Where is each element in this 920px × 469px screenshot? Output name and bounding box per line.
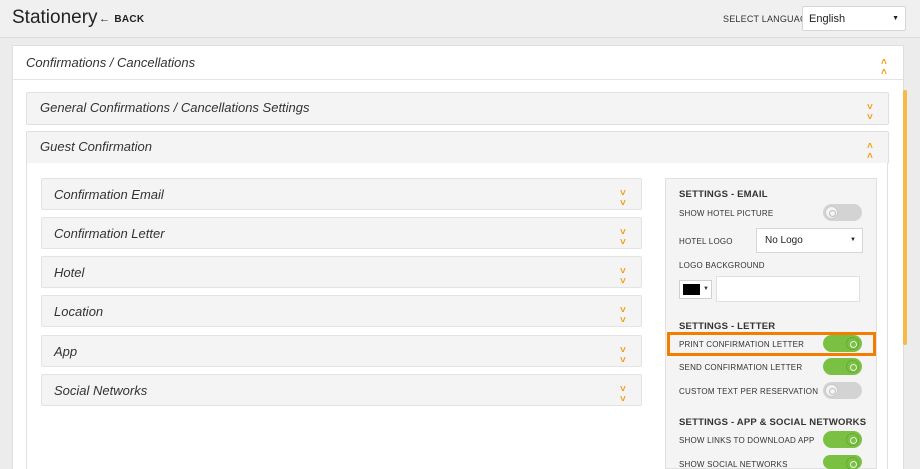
show-links-download-app-toggle[interactable]: [823, 431, 862, 448]
logo-background-color-picker[interactable]: ▼: [679, 280, 712, 299]
item-app[interactable]: App ˅ ˅: [41, 335, 642, 367]
item-hotel[interactable]: Hotel ˅ ˅: [41, 256, 642, 288]
toggle-knob: [846, 433, 859, 446]
language-select[interactable]: English ▼: [802, 6, 906, 31]
top-bar: Stationery ← BACK SELECT LANGUAGE English…: [0, 0, 920, 38]
toggle-knob: [846, 360, 859, 373]
show-social-networks-label: SHOW SOCIAL NETWORKS: [679, 460, 788, 469]
toggle-knob: [846, 457, 859, 469]
item-confirmation-letter[interactable]: Confirmation Letter ˅ ˅: [41, 217, 642, 249]
show-social-networks-toggle[interactable]: [823, 455, 862, 469]
logo-background-input[interactable]: [716, 276, 860, 302]
chevron-down-icon[interactable]: ˅ ˅: [620, 189, 626, 209]
show-hotel-picture-label: SHOW HOTEL PICTURE: [679, 209, 774, 218]
chevron-down-icon[interactable]: ˅ ˅: [620, 385, 626, 405]
toggle-knob: [825, 206, 838, 219]
chevron-down-icon[interactable]: ˅ ˅: [620, 267, 626, 287]
settings-letter-title: SETTINGS - LETTER: [679, 321, 776, 332]
print-confirmation-letter-toggle[interactable]: [823, 335, 862, 352]
item-label: Confirmation Email: [54, 187, 164, 202]
back-button[interactable]: ← BACK: [99, 13, 144, 25]
item-confirmation-email[interactable]: Confirmation Email ˅ ˅: [41, 178, 642, 210]
caret-down-icon: ▼: [850, 237, 856, 243]
hotel-logo-select[interactable]: No Logo ▼: [756, 228, 863, 253]
arrow-left-icon: ←: [99, 13, 111, 25]
hotel-logo-value: No Logo: [765, 235, 803, 246]
toggle-knob: [846, 337, 859, 350]
chevron-down-icon[interactable]: ˅ ˅: [620, 346, 626, 366]
accordion-label: General Confirmations / Cancellations Se…: [40, 100, 310, 115]
confirmations-title: Confirmations / Cancellations: [26, 55, 196, 70]
accordion-guest-confirmation[interactable]: Guest Confirmation ˄ ˄: [26, 131, 889, 164]
item-location[interactable]: Location ˅ ˅: [41, 295, 642, 327]
language-label: SELECT LANGUAGE: [723, 14, 814, 24]
item-social-networks[interactable]: Social Networks ˅ ˅: [41, 374, 642, 406]
chevron-up-icon[interactable]: ˄ ˄: [881, 58, 887, 78]
confirmations-header[interactable]: Confirmations / Cancellations ˄ ˄: [13, 46, 903, 80]
caret-down-icon: ▼: [892, 15, 899, 22]
chevron-down-icon[interactable]: ˅ ˅: [620, 306, 626, 326]
send-confirmation-letter-toggle[interactable]: [823, 358, 862, 375]
print-confirmation-letter-label: PRINT CONFIRMATION LETTER: [679, 340, 805, 349]
chevron-down-icon[interactable]: ˅ ˅: [867, 103, 873, 123]
language-value: English: [809, 13, 846, 25]
item-label: Location: [54, 304, 104, 319]
accordion-general-settings[interactable]: General Confirmations / Cancellations Se…: [26, 92, 889, 125]
show-links-download-app-label: SHOW LINKS TO DOWNLOAD APP: [679, 436, 815, 445]
caret-down-icon: ▼: [703, 286, 709, 292]
chevron-down-icon[interactable]: ˅ ˅: [620, 228, 626, 248]
back-label: BACK: [114, 14, 145, 25]
scrollbar[interactable]: [903, 90, 907, 345]
settings-app-social-title: SETTINGS - APP & SOCIAL NETWORKS: [679, 417, 867, 428]
item-label: Confirmation Letter: [54, 226, 165, 241]
item-label: Social Networks: [54, 383, 148, 398]
show-hotel-picture-toggle[interactable]: [823, 204, 862, 221]
chevron-up-icon[interactable]: ˄ ˄: [867, 142, 873, 162]
toggle-knob: [825, 384, 838, 397]
item-label: Hotel: [54, 265, 85, 280]
accordion-label: Guest Confirmation: [40, 139, 152, 154]
color-swatch: [683, 284, 700, 295]
page-title: Stationery: [12, 7, 98, 28]
hotel-logo-label: HOTEL LOGO: [679, 237, 733, 246]
item-label: App: [54, 344, 78, 359]
send-confirmation-letter-label: SEND CONFIRMATION LETTER: [679, 363, 803, 372]
settings-email-title: SETTINGS - EMAIL: [679, 189, 768, 200]
custom-text-toggle[interactable]: [823, 382, 862, 399]
custom-text-label: CUSTOM TEXT PER RESERVATION: [679, 387, 819, 396]
logo-background-label: LOGO BACKGROUND: [679, 261, 765, 270]
